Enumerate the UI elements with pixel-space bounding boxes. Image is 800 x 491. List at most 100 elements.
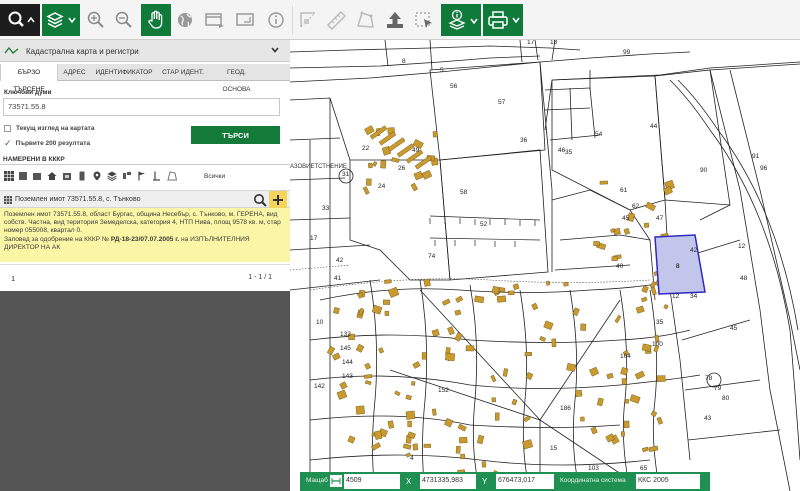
add-result-button[interactable]	[269, 191, 287, 209]
tab-geodetic-base[interactable]: ГЕОД. ОСНОВА	[209, 64, 264, 93]
print-tool-button[interactable]	[483, 4, 523, 36]
building	[623, 420, 630, 429]
map-canvas[interactable]: 8 17 18 8 99 5 44 90 91 96 56 57 36 58 52 33 24 26 22 49 31…	[290, 40, 800, 491]
filter-apartment-icon[interactable]	[61, 170, 73, 182]
building	[650, 286, 657, 296]
building	[522, 439, 534, 450]
window-tool-button[interactable]	[202, 4, 228, 36]
current-page[interactable]: 1	[11, 274, 15, 283]
keywords-label: Ключови думи	[4, 89, 52, 96]
parcel-label: 143	[342, 373, 353, 380]
keywords-input[interactable]: 73571.55.8	[3, 98, 280, 116]
parcel-label: 144	[342, 359, 353, 366]
building	[620, 367, 629, 376]
filter-layers-icon[interactable]	[106, 170, 118, 182]
filter-point-icon[interactable]	[91, 170, 103, 182]
filter-boundary-icon[interactable]	[151, 170, 163, 182]
filter-building-icon[interactable]	[31, 170, 43, 182]
parcel-label: 104	[620, 353, 631, 360]
building	[423, 443, 431, 448]
filter-polygon-icon[interactable]	[166, 170, 178, 182]
filter-marker-icon[interactable]	[121, 170, 133, 182]
window-icon	[205, 13, 224, 28]
result-description: Поземлен имот 73571.55.8, област Бургас,…	[0, 208, 290, 262]
building	[347, 435, 356, 444]
current-view-checkbox[interactable]	[4, 125, 11, 132]
tab-address[interactable]: АДРЕС	[59, 64, 90, 81]
filter-grid-icon[interactable]	[3, 170, 15, 182]
search-button[interactable]: ТЪРСИ	[191, 126, 280, 144]
building	[629, 394, 641, 404]
building	[431, 328, 440, 337]
pan-tool-button[interactable]	[141, 4, 171, 36]
building	[391, 157, 400, 163]
current-view-option[interactable]: Текущ изглед на картата	[4, 125, 94, 132]
filter-flag-icon[interactable]	[136, 170, 148, 182]
check-icon[interactable]: ✓	[4, 139, 12, 148]
building	[421, 169, 433, 180]
layer-selector[interactable]: Кадастрална карта и регистри	[0, 40, 290, 62]
building	[364, 125, 375, 136]
tab-identifier[interactable]: ИДЕНТИФИКАТОР	[91, 64, 157, 81]
result-item[interactable]: Поземлен имот 73571.55.8, с. Тънково	[0, 190, 290, 209]
parcel-label: 12	[738, 243, 746, 250]
crs-select[interactable]: ККС 2005	[636, 474, 700, 489]
building	[606, 372, 614, 380]
building	[648, 445, 659, 452]
building	[432, 131, 438, 138]
layers-tool-button[interactable]	[42, 4, 80, 36]
parcel-label: 40	[616, 263, 624, 270]
layers-icon	[46, 12, 76, 28]
cadastral-map[interactable]: 8 17 18899544909196565736585233242622 4931…	[290, 40, 800, 491]
filter-mobile-icon[interactable]	[76, 170, 88, 182]
info-layers-tool-button[interactable]	[441, 4, 481, 36]
resize-tool-button[interactable]	[233, 4, 259, 36]
filter-all-label[interactable]: Всички	[204, 173, 225, 180]
building	[502, 368, 509, 377]
building	[634, 370, 645, 380]
select-tool-button[interactable]	[411, 4, 437, 36]
building	[511, 398, 518, 406]
highlighted-parcel[interactable]	[654, 234, 706, 295]
result-title: Поземлен имот 73571.55.8, с. Тънково	[15, 196, 141, 203]
info-tool-button[interactable]	[264, 4, 288, 36]
measure-area-tool-button[interactable]	[296, 4, 320, 36]
ruler-tool-button[interactable]	[324, 4, 350, 36]
building	[455, 295, 464, 303]
building	[364, 380, 372, 385]
building	[496, 295, 507, 303]
search-tool-button[interactable]	[0, 4, 40, 36]
building	[332, 352, 341, 361]
first-200-option[interactable]: ✓ Първите 200 резултата	[4, 139, 90, 148]
building	[368, 162, 373, 169]
parcel-label: 42	[336, 257, 344, 264]
tab-old-identifier[interactable]: СТАР ИДЕНТ.	[158, 64, 208, 81]
parcel-label: 78	[705, 375, 713, 382]
building	[380, 160, 387, 169]
zoom-in-tool-button[interactable]	[84, 4, 108, 36]
tab-quick-search[interactable]: БЪРЗО ТЪРСЕНЕ	[0, 64, 58, 93]
parcel-label: 24	[378, 183, 386, 190]
building	[508, 290, 515, 296]
building	[454, 309, 462, 316]
search-tabs: БЪРЗО ТЪРСЕНЕ АДРЕС ИДЕНТИФИКАТОР СТАР И…	[0, 64, 290, 93]
scale-value[interactable]: 4509	[344, 474, 400, 489]
zoom-out-tool-button[interactable]	[112, 4, 136, 36]
polygon-tool-button[interactable]	[352, 4, 378, 36]
map-statusbar: Мащаб 4509 X 4731335,983 Y 676473,017 Ко…	[300, 472, 710, 491]
building	[387, 420, 395, 429]
upload-tool-button[interactable]	[382, 4, 408, 36]
buildings	[326, 125, 676, 491]
chevron-down-icon[interactable]	[270, 45, 280, 55]
parcel-label: 49	[412, 147, 420, 154]
building	[362, 186, 370, 195]
filter-block-icon[interactable]	[17, 170, 29, 182]
building	[599, 180, 608, 185]
parcel-label: 80	[722, 395, 730, 402]
filter-home-icon[interactable]	[46, 170, 58, 182]
building	[543, 320, 554, 331]
building	[384, 279, 392, 284]
globe-tool-button[interactable]	[173, 4, 197, 36]
zoom-to-result-icon[interactable]	[253, 193, 267, 207]
building	[378, 131, 397, 146]
